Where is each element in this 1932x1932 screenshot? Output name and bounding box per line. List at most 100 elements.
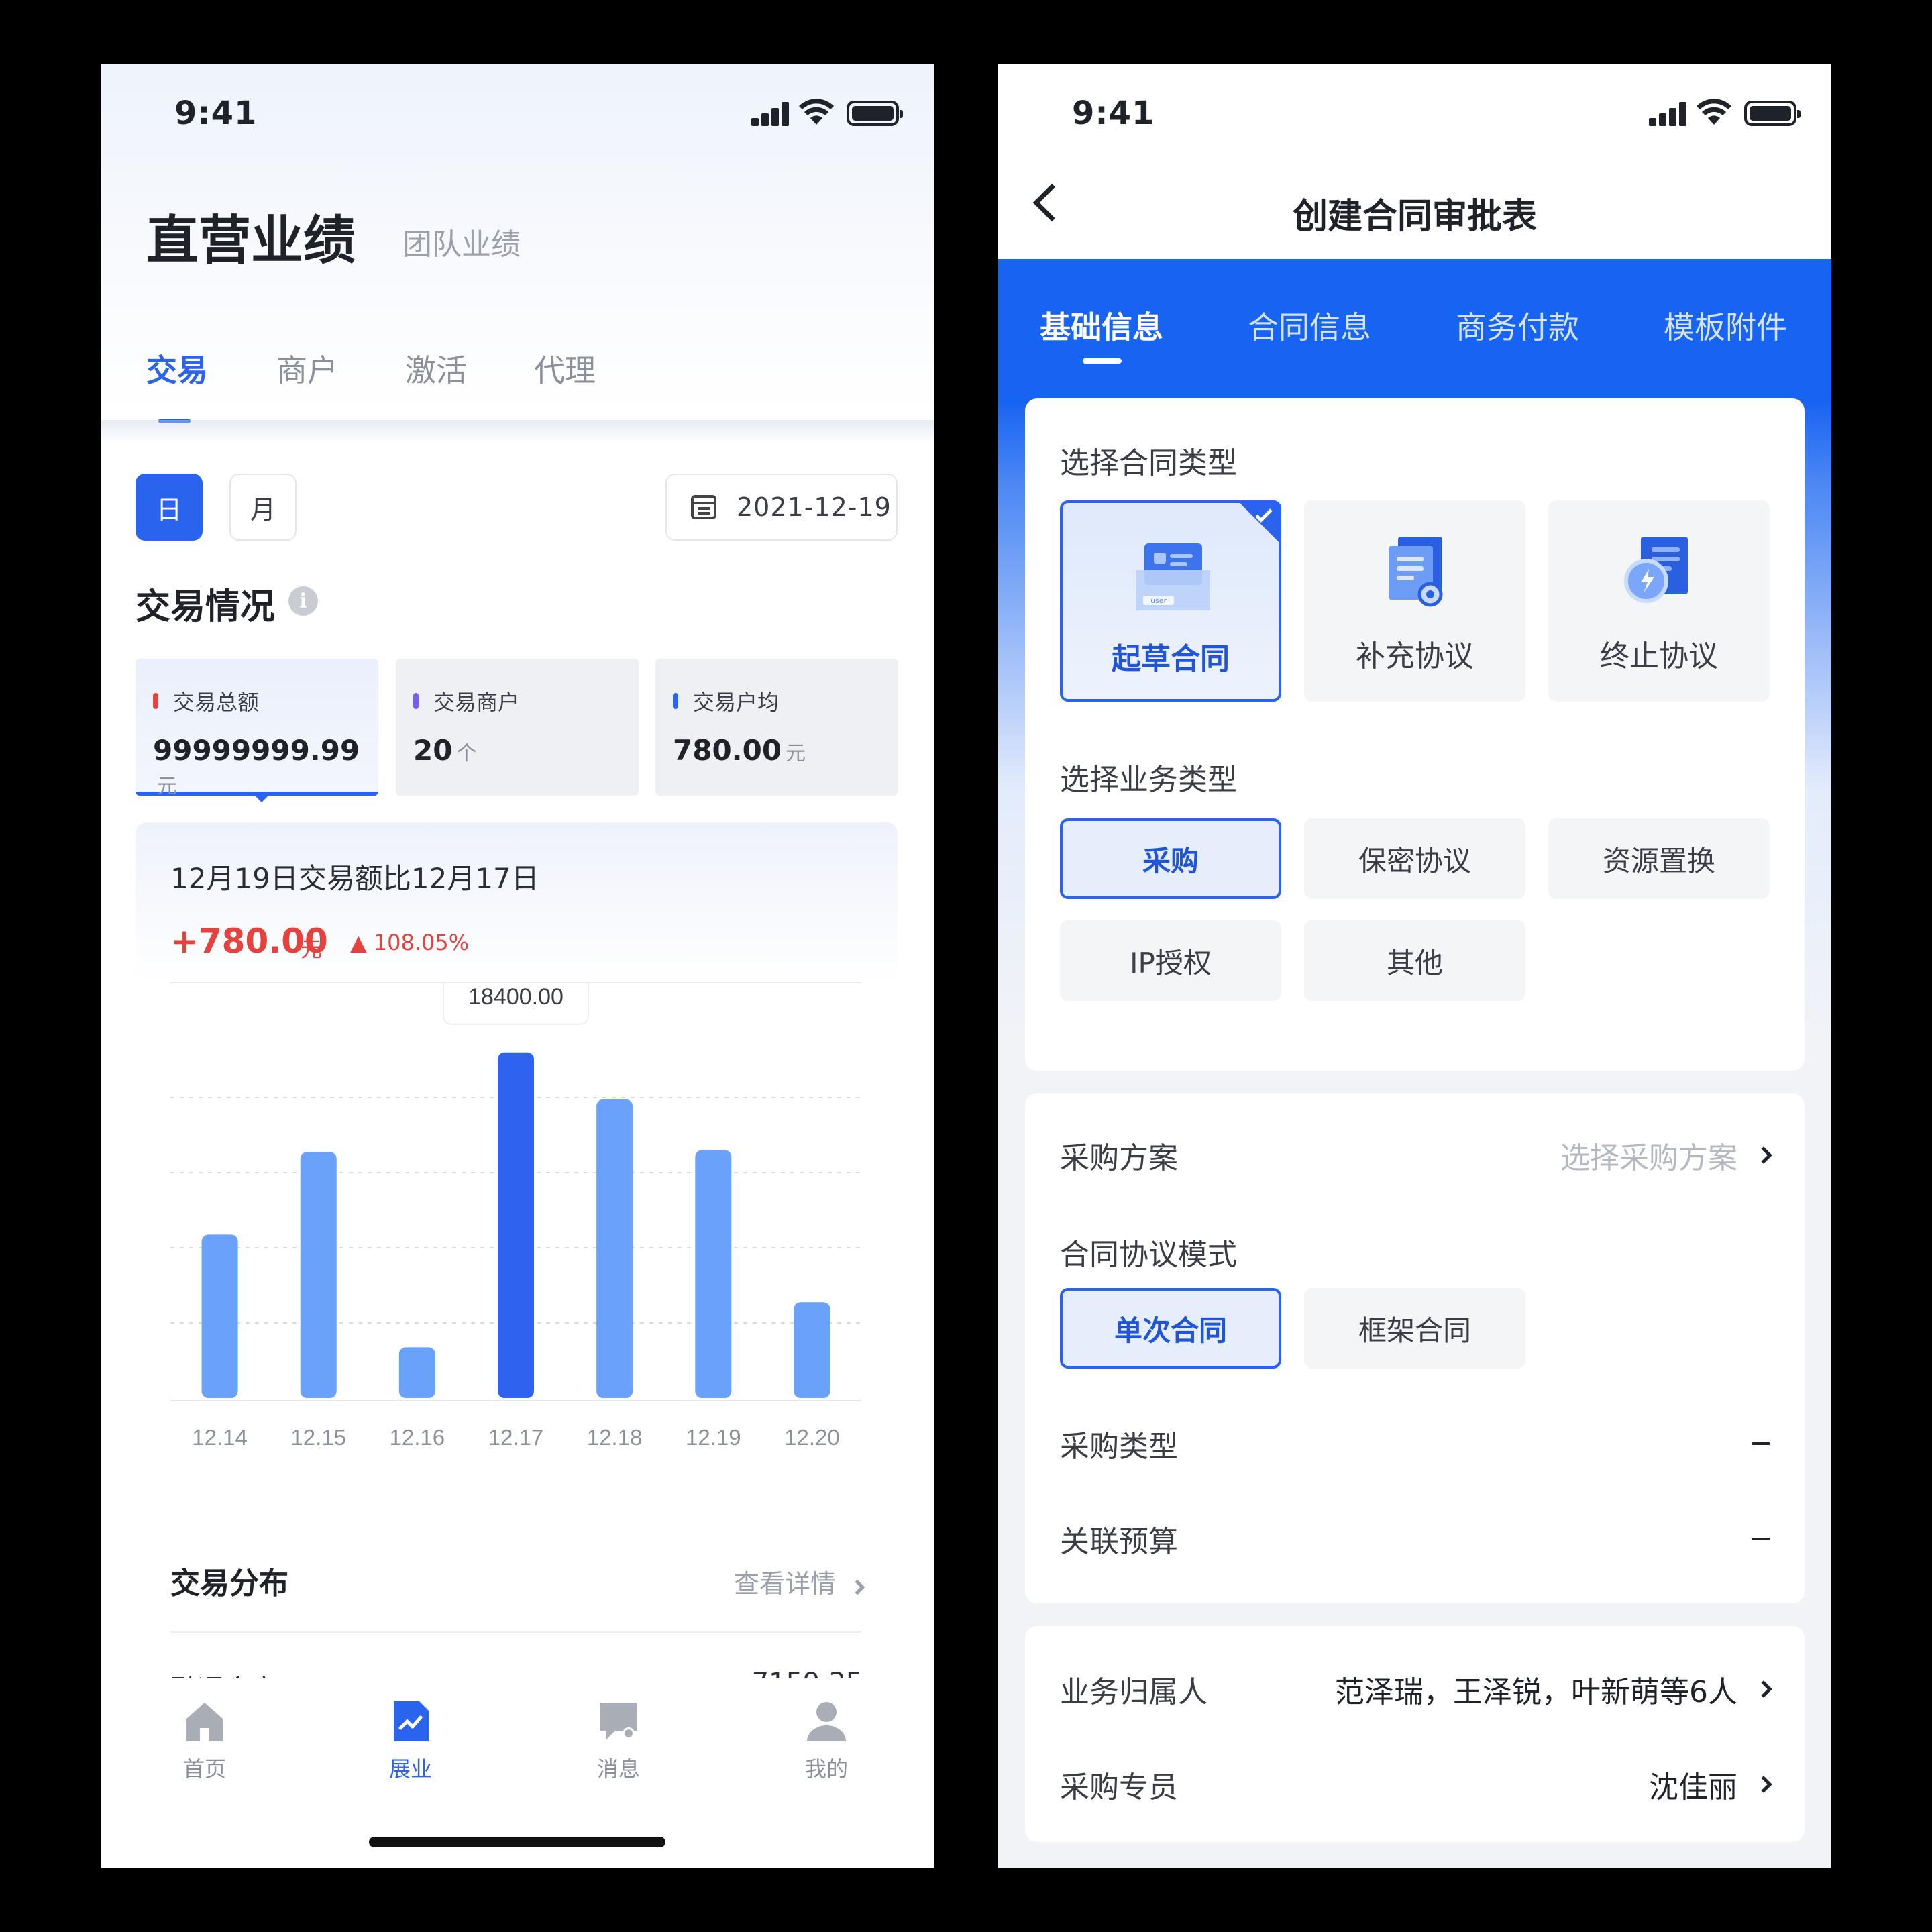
stat-dot [153,693,158,709]
tab-transaction[interactable]: 交易 [146,346,208,390]
stat-unit: 元 [786,742,806,765]
tabbar-messages[interactable]: 消息 [572,1700,665,1783]
stat-label: 交易户均 [693,690,780,715]
business-type-nda[interactable]: 保密协议 [1304,818,1525,899]
tabbar-home[interactable]: 首页 [158,1700,252,1783]
tabbar-label: 展业 [388,1756,432,1782]
x-tick-label: 12.19 [686,1425,741,1450]
contract-type-label-text: 起草合同 [1112,642,1230,676]
wifi-icon [1697,99,1731,125]
chart-bar[interactable] [201,1234,238,1398]
date-value: 2021-12-19 [737,492,892,522]
distribution-divider [170,1631,861,1633]
chevron-right-icon [1755,1680,1772,1698]
tab-basic-info[interactable]: 基础信息 [1040,303,1163,347]
chevron-right-icon [849,1579,865,1595]
tabbar-label: 消息 [596,1756,640,1782]
tab-template-attachment[interactable]: 模板附件 [1664,303,1787,347]
battery-icon [847,101,903,126]
nav-title: 创建合同审批表 [1292,197,1537,237]
view-details-label: 查看详情 [733,1569,836,1599]
contract-type-terminate[interactable]: 终止协议 [1548,500,1770,702]
stat-dot [413,693,419,709]
chart-bar[interactable] [596,1099,633,1398]
stat-value: 99999999.99 [153,734,360,767]
performance-screen: 9:41 直营业绩 团队业绩 交易 商户 激活 代理 日 月 2021-12-1… [101,64,934,1868]
business-type-purchase[interactable]: 采购 [1060,818,1281,899]
stat-value: 20 [413,734,453,767]
tabbar-business[interactable]: 展业 [364,1700,458,1783]
wifi-icon [799,99,834,125]
mode-single-contract[interactable]: 单次合同 [1060,1288,1281,1368]
compare-unit: 元 [301,936,323,962]
chart-tooltip-value: 18400.00 [468,984,564,1010]
period-day-button[interactable]: 日 [136,474,203,541]
stat-card-merchants[interactable]: 交易商户 20 个 [396,659,639,796]
chart-bar[interactable] [498,1052,534,1398]
agreement-mode-label: 合同协议模式 [1060,1238,1237,1272]
home-icon [186,1703,223,1741]
tab-contract-info[interactable]: 合同信息 [1248,303,1371,347]
purchase-specialist-select[interactable]: 沈佳丽 [1649,1763,1772,1806]
info-icon[interactable]: i [288,586,318,616]
draft-contract-icon: user [1136,543,1210,610]
signal-icon [751,102,789,126]
business-owner-select[interactable]: 范泽瑞，王泽锐，叶新萌等6人 [1335,1668,1772,1711]
chart-bar[interactable] [794,1302,830,1398]
user-badge-text: user [1150,596,1167,605]
chart-bar[interactable] [398,1347,435,1398]
stat-card-average[interactable]: 交易户均 780.00 元 [655,659,898,796]
business-type-other[interactable]: 其他 [1304,920,1525,1001]
chevron-right-icon [1755,1146,1772,1164]
purchase-plan-label: 采购方案 [1060,1141,1178,1175]
supplement-icon [1389,537,1443,607]
status-time: 9:41 [174,95,258,132]
calendar-icon [691,495,716,519]
purchase-type-empty-dash [1752,1442,1770,1445]
distribution-title: 交易分布 [170,1566,288,1601]
contract-approval-screen: 9:41 创建合同审批表 基础信息 合同信息 商务付款 模板附件 选择合同类型 [998,64,1831,1868]
stat-pointer [252,793,271,802]
tab-agent[interactable]: 代理 [534,346,596,390]
period-month-button[interactable]: 月 [229,474,297,541]
team-performance-link[interactable]: 团队业绩 [402,220,521,263]
transaction-bar-chart[interactable]: 12.14 12.15 12.16 12.17 12.18 12.19 12.20 18400… [136,983,898,1500]
contract-type-label: 选择合同类型 [1060,446,1237,480]
selected-check-icon [1237,500,1281,545]
status-bar: 9:41 [101,64,934,166]
tab-activation[interactable]: 激活 [405,346,467,390]
view-details-link[interactable]: 查看详情 [733,1563,865,1600]
chart-bar[interactable] [300,1152,337,1398]
business-type-ip-license[interactable]: IP授权 [1060,920,1281,1001]
user-icon [807,1702,846,1741]
purchase-plan-placeholder: 选择采购方案 [1560,1141,1737,1175]
stat-label: 交易总额 [173,690,260,715]
mode-framework-contract[interactable]: 框架合同 [1304,1288,1525,1368]
section-title-transactions: 交易情况 [136,587,276,627]
contract-type-draft[interactable]: user 起草合同 [1060,500,1281,702]
purchase-plan-select[interactable]: 选择采购方案 [1560,1134,1772,1177]
owner-card: 业务归属人 范泽瑞，王泽锐，叶新萌等6人 采购专员 沈佳丽 [1025,1626,1805,1842]
x-tick-label: 12.15 [290,1425,346,1450]
tabbar-label: 我的 [804,1756,848,1782]
budget-empty-dash [1752,1538,1770,1540]
business-type-resource-swap[interactable]: 资源置换 [1548,818,1770,899]
tab-business-payment[interactable]: 商务付款 [1456,303,1579,347]
purchase-details-card: 采购方案 选择采购方案 合同协议模式 单次合同 框架合同 采购类型 关联预算 [1025,1093,1805,1603]
contract-type-supplement[interactable]: 补充协议 [1304,500,1525,702]
active-tab-indicator [1083,358,1122,364]
tab-merchant[interactable]: 商户 [276,346,338,390]
stat-label: 交易商户 [433,690,520,715]
chart-bar[interactable] [695,1150,732,1398]
tabbar-profile[interactable]: 我的 [780,1700,873,1783]
home-indicator [369,1837,665,1847]
date-picker[interactable]: 2021-12-19 [665,474,898,541]
stat-value: 780.00 [673,734,782,767]
type-selection-card: 选择合同类型 user 起草合同 补充协议 终止协议 选择业务类型 采购 保密协… [1025,398,1805,1071]
stat-card-total[interactable]: 交易总额 99999999.99 元 [136,659,378,798]
purchase-specialist-value: 沈佳丽 [1649,1770,1737,1805]
chevron-right-icon [1755,1776,1772,1793]
status-bar: 9:41 [998,64,1831,166]
bottom-tab-bar: 首页 展业 消息 我的 [101,1678,934,1868]
purchase-type-label: 采购类型 [1060,1430,1178,1464]
